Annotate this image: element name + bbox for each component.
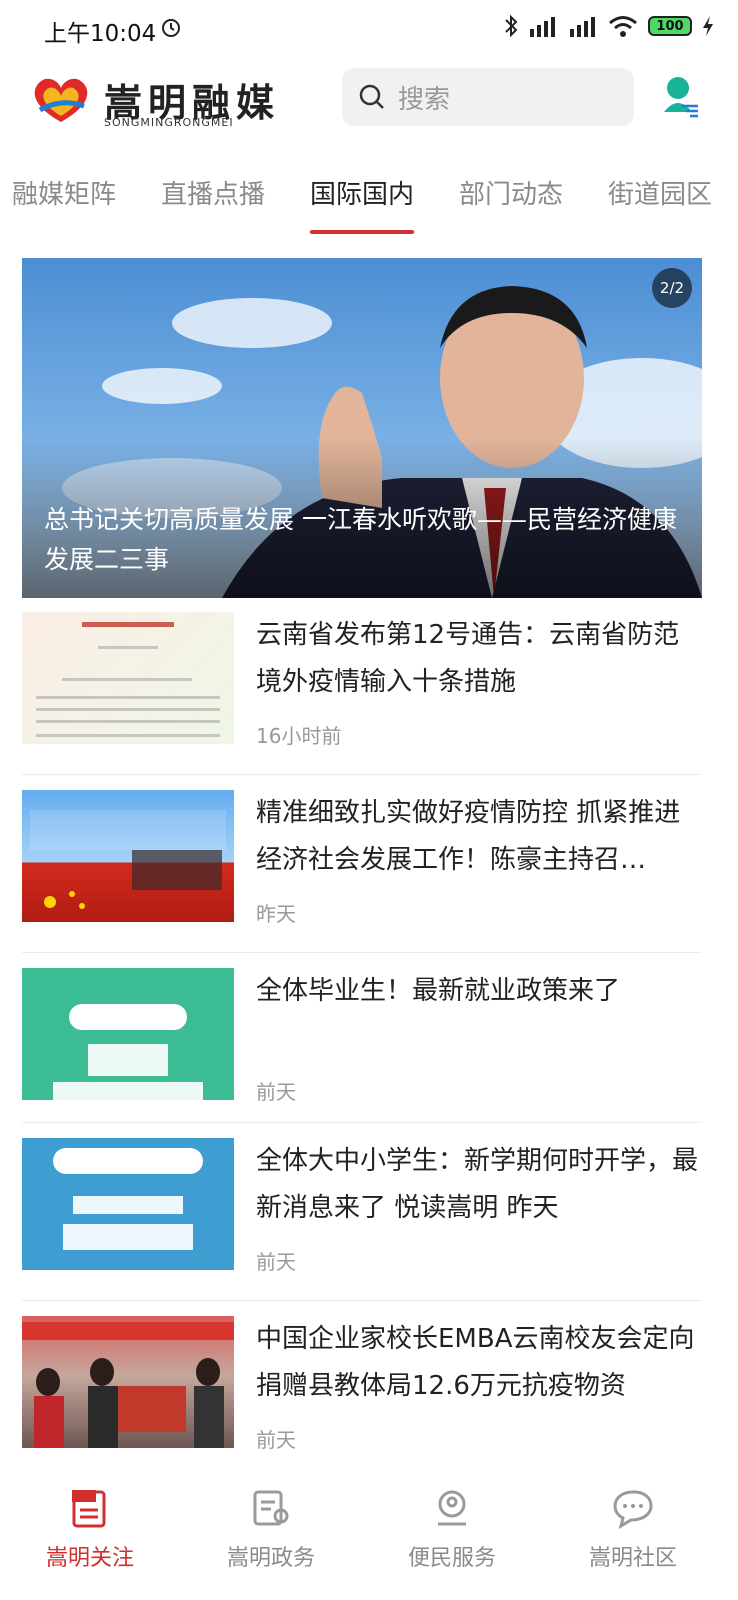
news-thumbnail: [22, 1138, 234, 1270]
tab-street-park[interactable]: 街道园区: [608, 174, 712, 211]
divider: [22, 1122, 702, 1123]
news-time: 前天: [256, 1080, 296, 1104]
bottom-navigation: 嵩明关注 嵩明政务 便民服务 嵩明社区: [0, 1470, 738, 1600]
news-time: 昨天: [256, 902, 296, 926]
news-title: 中国企业家校长EMBA云南校友会定向捐赠县教体局12.6万元抗疫物资: [256, 1324, 695, 1401]
divider: [22, 1300, 702, 1301]
user-profile-icon[interactable]: [660, 76, 700, 120]
app-header: 嵩明融媒 SONGMINGRONGMEI 搜索: [0, 62, 738, 142]
search-placeholder: 搜索: [398, 84, 451, 115]
news-title: 全体大中小学生：新学期何时开学，最新消息来了 悦读嵩明 昨天: [256, 1146, 699, 1223]
divider: [22, 952, 702, 953]
category-tabs: 融媒矩阵 直播点播 国际国内 部门动态 街道园区: [0, 160, 738, 240]
search-icon: [359, 84, 384, 109]
tab-international-domestic[interactable]: 国际国内: [310, 174, 414, 211]
nav-songming-community[interactable]: 嵩明社区: [573, 1486, 693, 1572]
chat-bubble-icon: [613, 1490, 653, 1530]
search-bar[interactable]: 搜索: [342, 68, 634, 126]
news-item[interactable]: 中国企业家校长EMBA云南校友会定向捐赠县教体局12.6万元抗疫物资 前天: [22, 1316, 702, 1452]
nav-label: 嵩明社区: [588, 1546, 677, 1571]
nav-label: 嵩明政务: [226, 1546, 315, 1571]
signal-icon: [570, 17, 595, 37]
bluetooth-icon: [505, 14, 518, 38]
app-logo-icon: [34, 78, 88, 122]
brand-subtitle: SONGMINGRONGMEI: [104, 116, 234, 129]
government-affairs-icon: [253, 1490, 289, 1526]
tab-department-news[interactable]: 部门动态: [459, 174, 563, 211]
divider: [22, 774, 702, 775]
news-time: 前天: [256, 1428, 296, 1452]
hero-banner[interactable]: 总书记关切高质量发展 一江春水听欢歌——民营经济健康发展二三事 2/2: [22, 258, 702, 598]
hero-caption: 总书记关切高质量发展 一江春水听欢歌——民营经济健康发展二三事: [44, 505, 677, 574]
alarm-icon: [162, 19, 180, 37]
service-icon: [438, 1490, 466, 1526]
nav-public-service[interactable]: 便民服务: [392, 1486, 512, 1572]
news-thumbnail: [22, 790, 234, 922]
news-thumbnail: [22, 1316, 234, 1448]
status-bar: 上午10:04 100: [0, 0, 738, 60]
nav-label: 嵩明关注: [45, 1546, 134, 1571]
active-tab-indicator: [310, 230, 414, 234]
news-item[interactable]: 精准细致扎实做好疫情防控 抓紧推进经济社会发展工作！陈豪主持召… 昨天: [22, 790, 702, 926]
nav-label: 便民服务: [407, 1546, 496, 1571]
news-title: 全体毕业生！最新就业政策来了: [256, 976, 621, 1006]
status-time: 上午10:04: [44, 21, 157, 47]
news-time: 前天: [256, 1250, 296, 1274]
news-title: 精准细致扎实做好疫情防控 抓紧推进经济社会发展工作！陈豪主持召…: [256, 798, 681, 875]
news-thumbnail: [22, 612, 234, 744]
news-item[interactable]: 全体大中小学生：新学期何时开学，最新消息来了 悦读嵩明 昨天 前天: [22, 1138, 702, 1274]
charging-icon: [703, 16, 713, 36]
news-item[interactable]: 全体毕业生！最新就业政策来了 前天: [22, 968, 702, 1104]
news-icon: [72, 1490, 106, 1528]
signal-hd-icon: [530, 17, 555, 37]
news-item[interactable]: 云南省发布第12号通告：云南省防范境外疫情输入十条措施 16小时前: [22, 612, 702, 748]
news-time: 16小时前: [256, 724, 342, 748]
nav-songming-government[interactable]: 嵩明政务: [211, 1486, 331, 1572]
tab-live-vod[interactable]: 直播点播: [161, 174, 265, 211]
news-title: 云南省发布第12号通告：云南省防范境外疫情输入十条措施: [256, 620, 680, 697]
wifi-icon: [609, 16, 637, 37]
nav-songming-focus[interactable]: 嵩明关注: [30, 1486, 150, 1572]
news-thumbnail: [22, 968, 234, 1100]
battery-indicator: 100: [648, 16, 692, 36]
tab-rongmei-matrix[interactable]: 融媒矩阵: [12, 174, 116, 211]
hero-page-indicator: 2/2: [652, 268, 692, 308]
